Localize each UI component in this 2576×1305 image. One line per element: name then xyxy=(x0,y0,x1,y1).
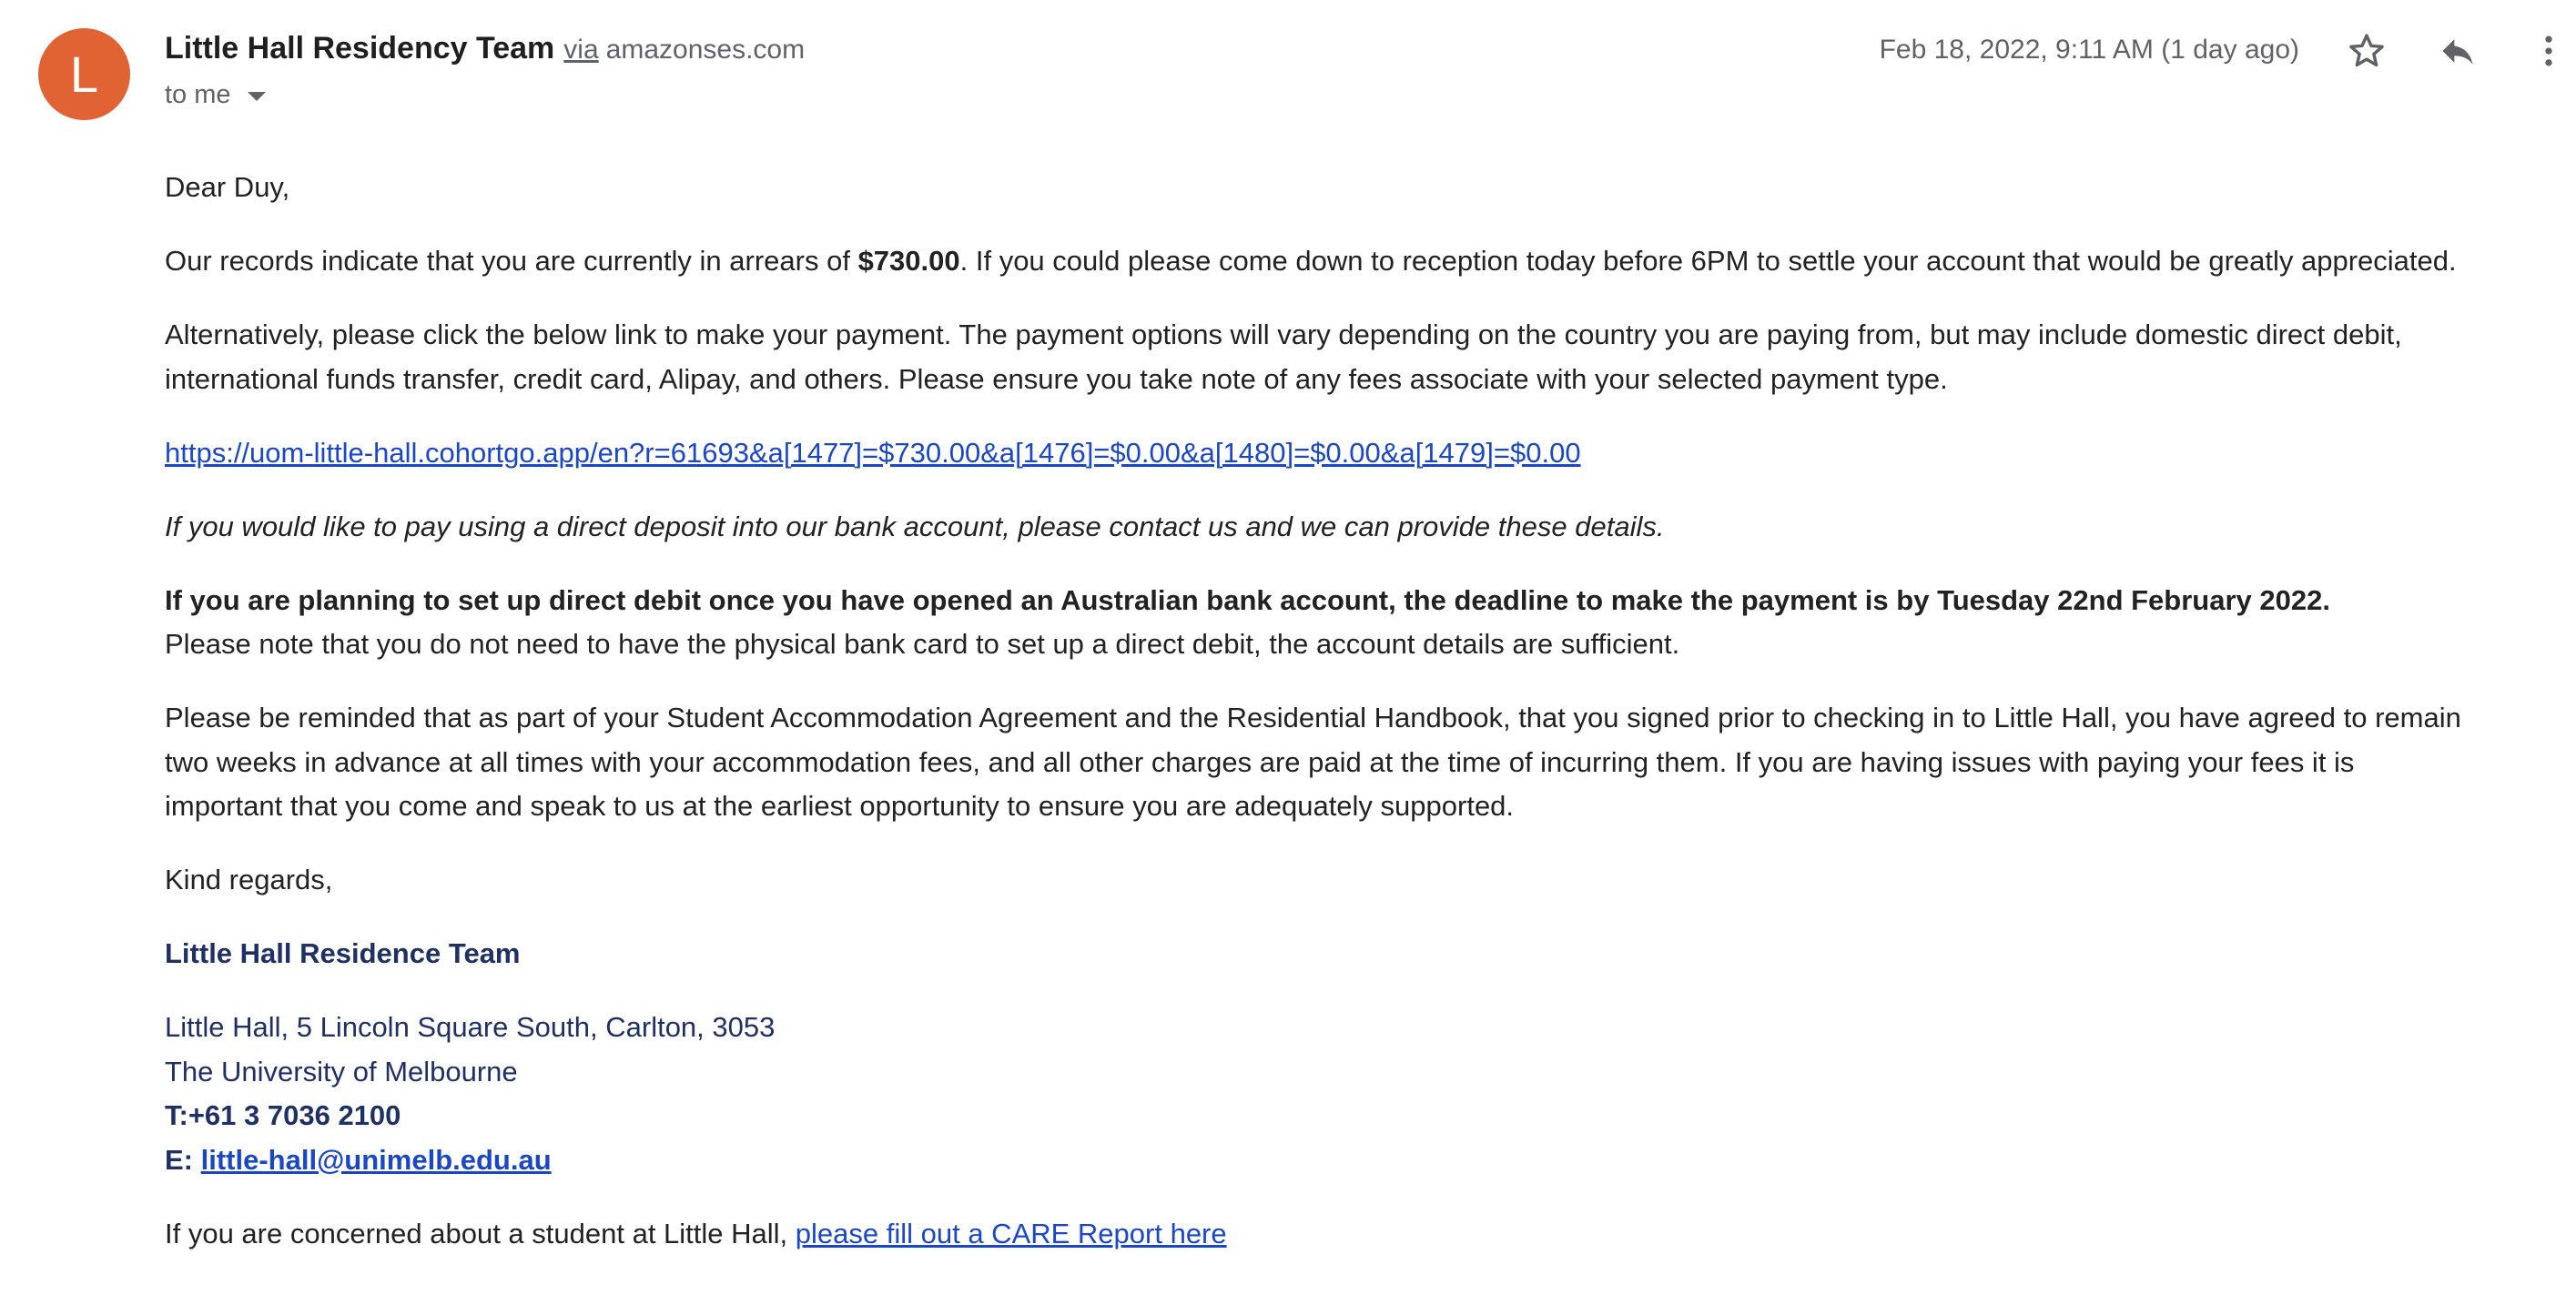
payment-link[interactable]: https://uom-little-hall.cohortgo.app/en?… xyxy=(165,437,1581,469)
direct-debit-deadline: If you are planning to set up direct deb… xyxy=(165,583,2330,616)
direct-debit-note: Please note that you do not need to have… xyxy=(165,628,1680,660)
email-body: Dear Duy, Our records indicate that you … xyxy=(165,166,2576,1286)
signature-email-link[interactable]: little-hall@unimelb.edu.au xyxy=(201,1144,552,1176)
reminder-line-1: Please be reminded that as part of your … xyxy=(165,702,2461,733)
sender-avatar[interactable]: L xyxy=(38,28,130,120)
reminder-paragraph: Please be reminded that as part of your … xyxy=(165,696,2576,829)
more-options-button[interactable] xyxy=(2521,24,2576,78)
arrears-paragraph: Our records indicate that you are curren… xyxy=(165,239,2576,284)
reply-icon xyxy=(2442,39,2473,65)
to-label: to me xyxy=(165,80,231,109)
closing: Kind regards, xyxy=(165,864,333,895)
payment-options-line-1: Alternatively, please click the below li… xyxy=(165,319,2402,350)
direct-deposit-note: If you would like to pay using a direct … xyxy=(165,510,1665,542)
reminder-line-3: important that you come and speak to us … xyxy=(165,790,1515,822)
payment-options-paragraph: Alternatively, please click the below li… xyxy=(165,313,2576,401)
email-date: Feb 18, 2022, 9:11 AM (1 day ago) xyxy=(1879,35,2299,65)
care-report-link[interactable]: please fill out a CARE Report here xyxy=(796,1218,1227,1249)
via-link[interactable]: via xyxy=(563,35,598,66)
recipients-toggle[interactable]: to me xyxy=(165,80,266,110)
payment-link-paragraph: https://uom-little-hall.cohortgo.app/en?… xyxy=(165,431,2576,476)
signature-address: Little Hall, 5 Lincoln Square South, Car… xyxy=(165,1011,776,1043)
signature-email-prefix: E: xyxy=(165,1143,201,1176)
chevron-down-icon[interactable] xyxy=(247,91,266,101)
signature-name: Little Hall Residence Team xyxy=(165,937,521,969)
sender-line: Little Hall Residency Team via amazonses… xyxy=(165,31,805,71)
star-icon xyxy=(2349,34,2384,67)
care-paragraph: If you are concerned about a student at … xyxy=(165,1212,2576,1257)
arrears-text-before: Our records indicate that you are curren… xyxy=(165,245,858,277)
greeting: Dear Duy, xyxy=(165,171,290,203)
star-button[interactable] xyxy=(2339,24,2394,78)
payment-options-line-2: international funds transfer, credit car… xyxy=(165,362,1948,395)
reminder-line-2: two weeks in advance at all times with y… xyxy=(165,745,2355,778)
direct-debit-paragraph: If you are planning to set up direct deb… xyxy=(165,579,2576,667)
care-text: If you are concerned about a student at … xyxy=(165,1217,796,1249)
more-vert-icon xyxy=(2545,35,2552,66)
via-domain: amazonses.com xyxy=(605,35,806,65)
signature-details: Little Hall, 5 Lincoln Square South, Car… xyxy=(165,1006,2576,1182)
arrears-amount: $730.00 xyxy=(857,245,960,277)
sender-name[interactable]: Little Hall Residency Team xyxy=(165,31,554,66)
arrears-text-after: . If you could please come down to recep… xyxy=(959,245,2457,277)
reply-button[interactable] xyxy=(2430,24,2485,78)
signature-phone: T:+61 3 7036 2100 xyxy=(165,1099,401,1131)
signature-university: The University of Melbourne xyxy=(165,1055,518,1088)
